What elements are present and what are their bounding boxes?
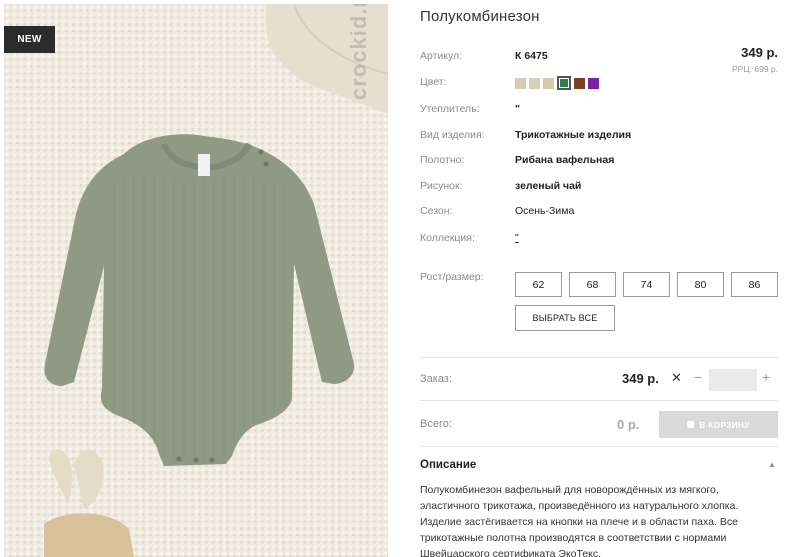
quantity-input[interactable] (709, 369, 757, 391)
attr-label: Утеплитель: (420, 103, 480, 115)
size-option[interactable]: 86 (731, 272, 778, 297)
color-swatch[interactable] (529, 77, 540, 89)
attr-value: К 6475 (515, 50, 548, 62)
rrp-price: РРЦ: 699 р. (732, 64, 778, 74)
product-price: 349 р. (741, 45, 778, 60)
size-label: Рост/размер: (420, 271, 484, 283)
attr-label: Цвет: (420, 76, 447, 88)
minus-icon[interactable]: − (694, 369, 702, 385)
cart-icon (687, 421, 695, 428)
product-title: Полукомбинезон (420, 8, 540, 25)
attr-value: Осень-Зима (515, 205, 575, 217)
times-icon: ✕ (671, 370, 682, 385)
attr-value: " (515, 232, 519, 244)
attr-label: Артикул: (420, 50, 463, 62)
color-swatch[interactable] (588, 77, 599, 89)
product-image[interactable]: NEW crockid.ru (4, 4, 388, 557)
total-value: 0 р. (617, 417, 640, 432)
order-label: Заказ: (420, 373, 452, 385)
total-label: Всего: (420, 418, 452, 430)
plus-icon[interactable]: + (762, 369, 770, 385)
divider (420, 446, 778, 447)
attr-value: Рибана вафельная (515, 154, 615, 166)
attr-value: зеленый чай (515, 180, 582, 192)
divider (420, 400, 778, 401)
attr-label: Вид изделия: (420, 129, 485, 141)
bodysuit-photo (44, 4, 388, 557)
new-badge: NEW (4, 26, 55, 53)
size-option[interactable]: 68 (569, 272, 616, 297)
description-title[interactable]: Описание (420, 459, 476, 471)
size-option[interactable]: 74 (623, 272, 670, 297)
add-to-cart-label: В КОРЗИНУ (699, 419, 750, 430)
color-swatch[interactable] (515, 77, 526, 89)
attr-label: Полотно: (420, 154, 465, 166)
color-swatch[interactable] (557, 76, 571, 90)
divider (420, 357, 778, 358)
select-all-button[interactable]: ВЫБРАТЬ ВСЕ (515, 305, 615, 331)
size-option[interactable]: 80 (677, 272, 724, 297)
size-option[interactable]: 62 (515, 272, 562, 297)
order-price: 349 р. (622, 371, 659, 386)
size-options: 62 68 74 80 86 (515, 272, 778, 297)
color-swatch[interactable] (543, 77, 554, 89)
brand-watermark: crockid.ru (346, 4, 371, 100)
attr-value: Трикотажные изделия (515, 129, 632, 141)
add-to-cart-button[interactable]: В КОРЗИНУ (659, 411, 778, 438)
attr-label: Сезон: (420, 205, 453, 217)
attr-label: Рисунок: (420, 180, 463, 192)
color-swatch[interactable] (574, 77, 585, 89)
color-swatches (515, 76, 599, 90)
attr-label: Коллекция: (420, 232, 475, 244)
chevron-up-icon[interactable]: ▲ (768, 460, 776, 469)
attr-value: " (515, 103, 520, 115)
description-text: Полукомбинезон вафельный для новорождённ… (420, 484, 739, 557)
